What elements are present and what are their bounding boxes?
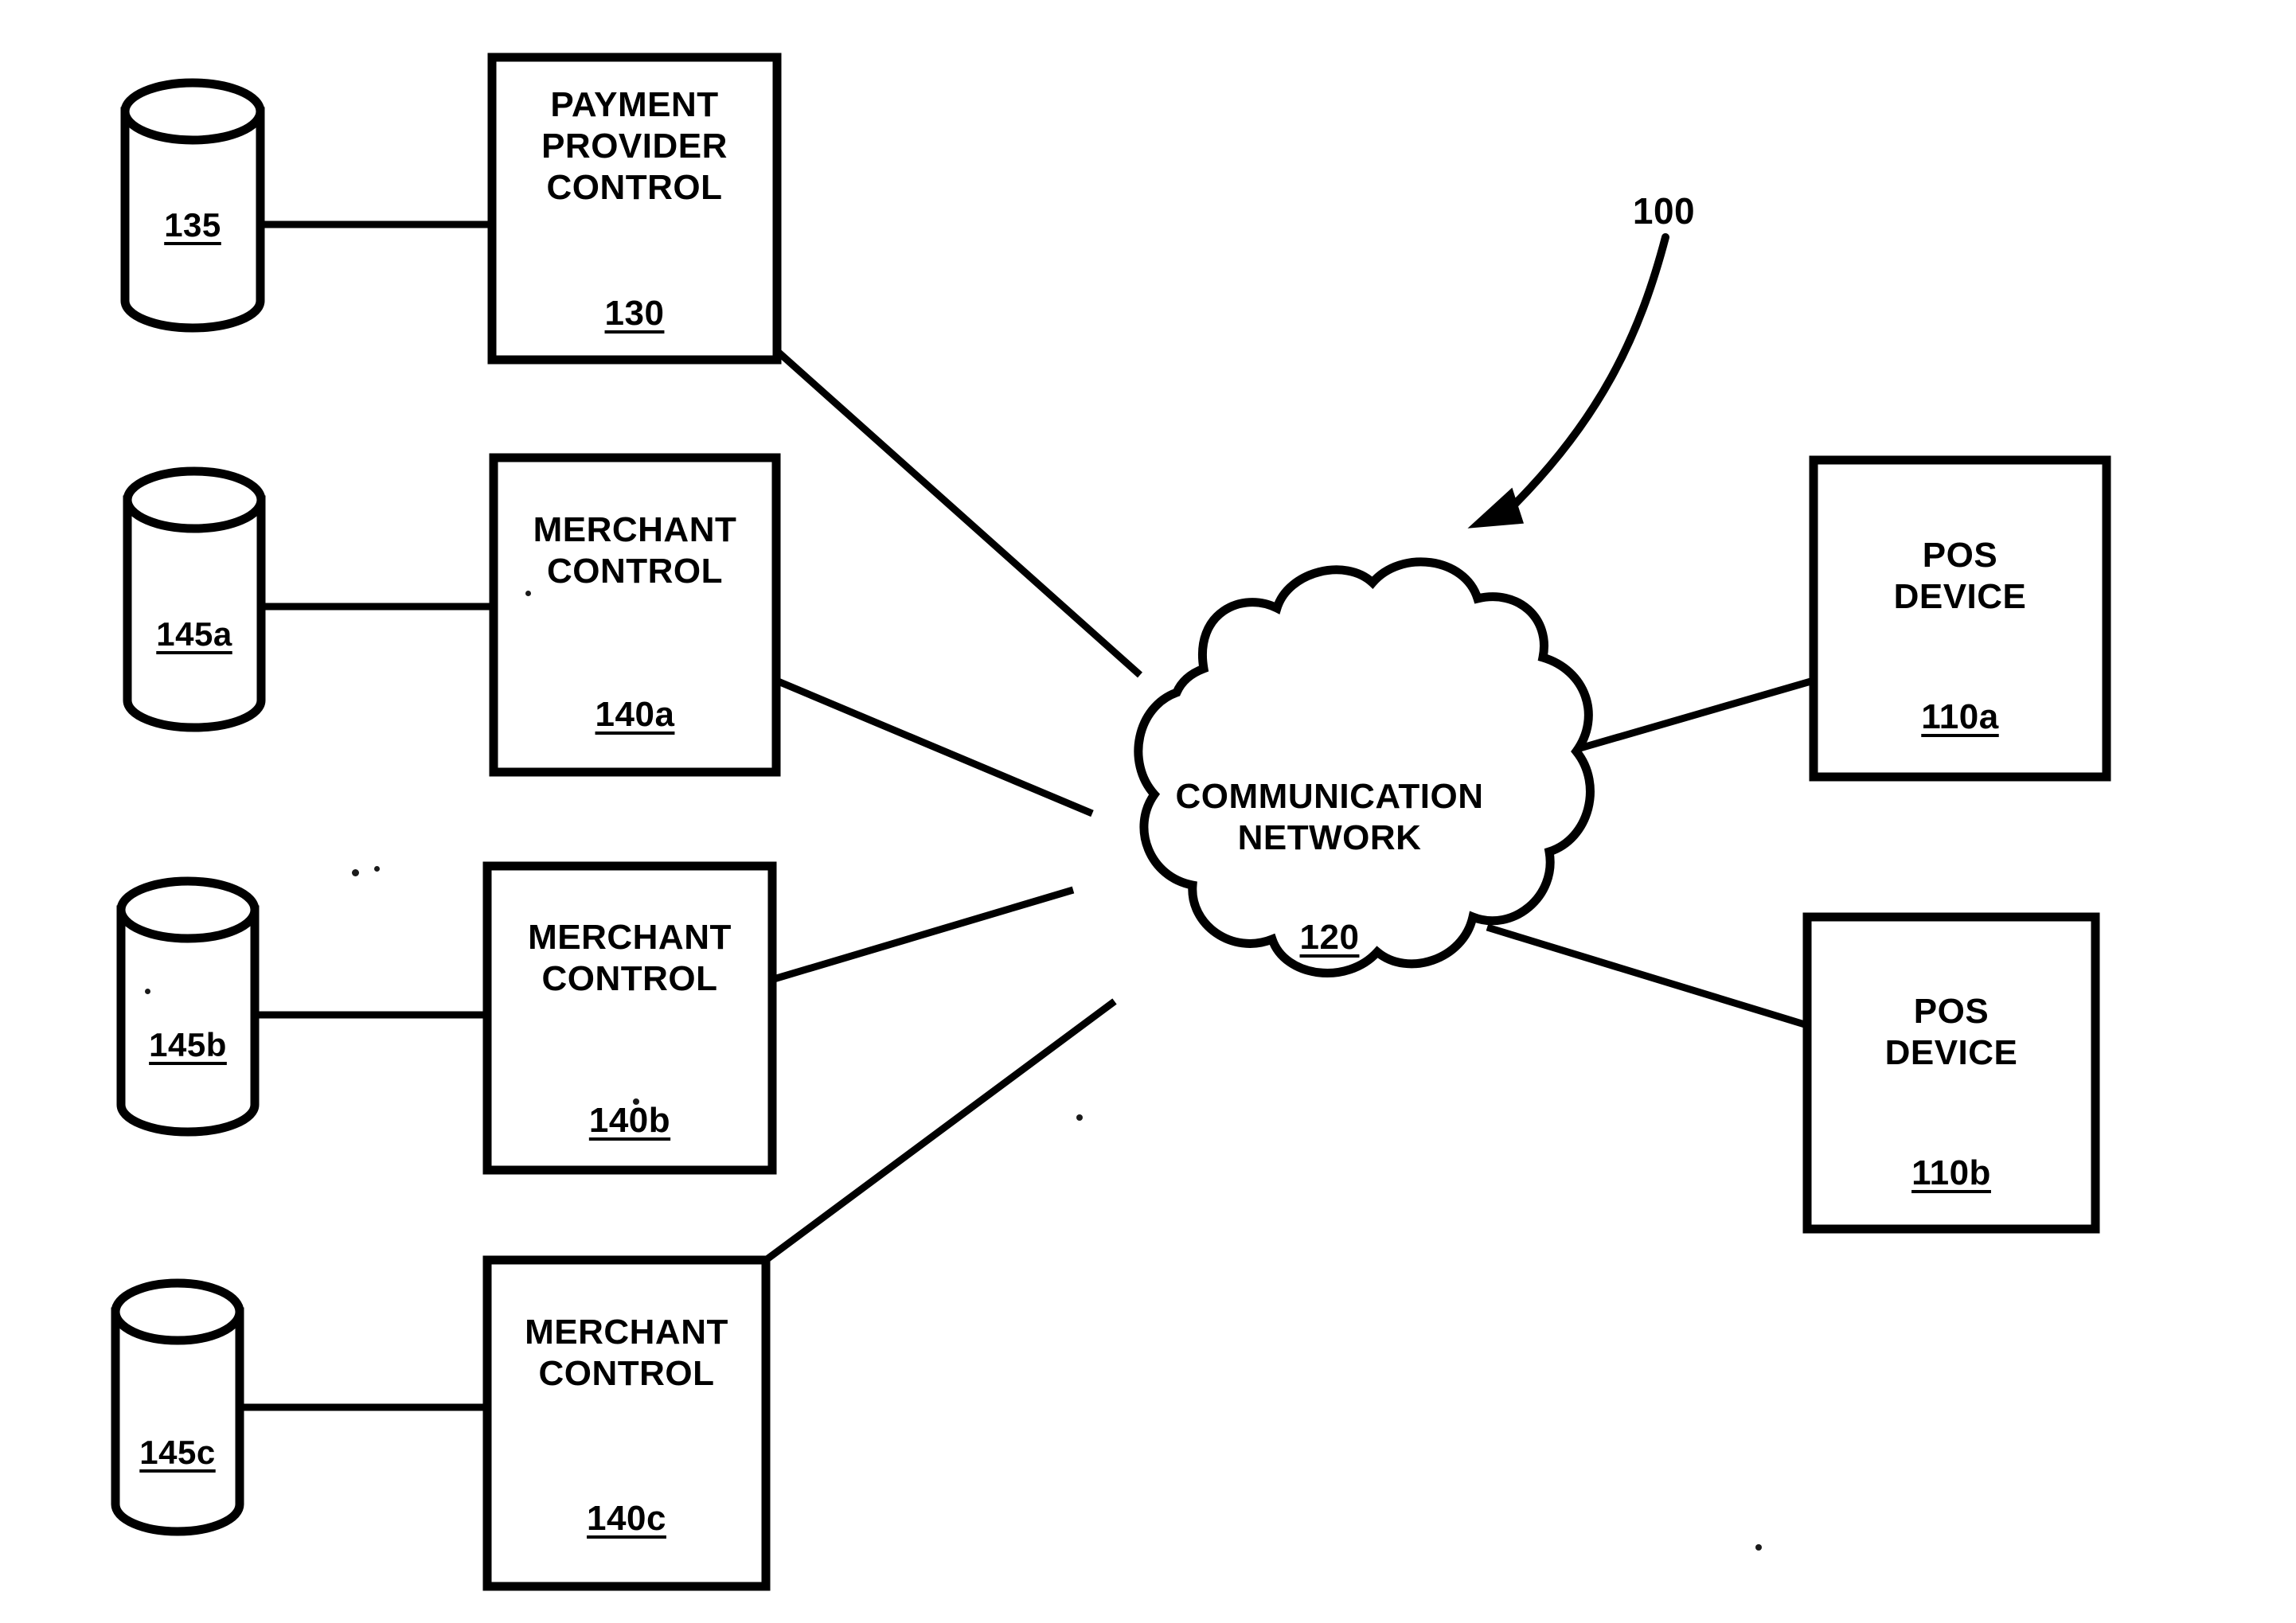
payment-provider-control-box[interactable] (487, 53, 782, 365)
scan-speck (525, 591, 531, 596)
diagram-svg (111, 53, 2111, 1591)
connector-120-to-110b (1486, 923, 1809, 1029)
scan-speck (1755, 1544, 1762, 1551)
scan-speck (374, 866, 380, 872)
database-145c-shape (111, 1278, 244, 1536)
communication-network-cloud[interactable] (1134, 557, 1595, 977)
merchant-control-a-box[interactable] (489, 453, 781, 777)
figure-lead-arrow (1467, 233, 1669, 529)
scan-speck (145, 989, 150, 994)
connector-140a-to-120 (775, 677, 1094, 817)
connector-130-to-120 (774, 347, 1142, 678)
pos-device-a-box[interactable] (1809, 455, 2111, 782)
connector-140c-to-120 (763, 998, 1117, 1263)
scan-speck (1076, 1114, 1083, 1121)
connector-140b-to-120 (772, 886, 1075, 983)
scan-speck (352, 869, 359, 876)
figure-canvas: 135 PAYMENT PROVIDER CONTROL 130 145a ME… (0, 0, 2296, 1623)
database-145b-shape (116, 876, 260, 1137)
scan-speck (633, 1098, 639, 1105)
merchant-control-b-box[interactable] (482, 861, 777, 1175)
database-145a-shape (123, 466, 266, 732)
database-135-shape (120, 78, 265, 333)
merchant-control-c-box[interactable] (482, 1255, 771, 1591)
pos-device-b-box[interactable] (1802, 912, 2100, 1234)
